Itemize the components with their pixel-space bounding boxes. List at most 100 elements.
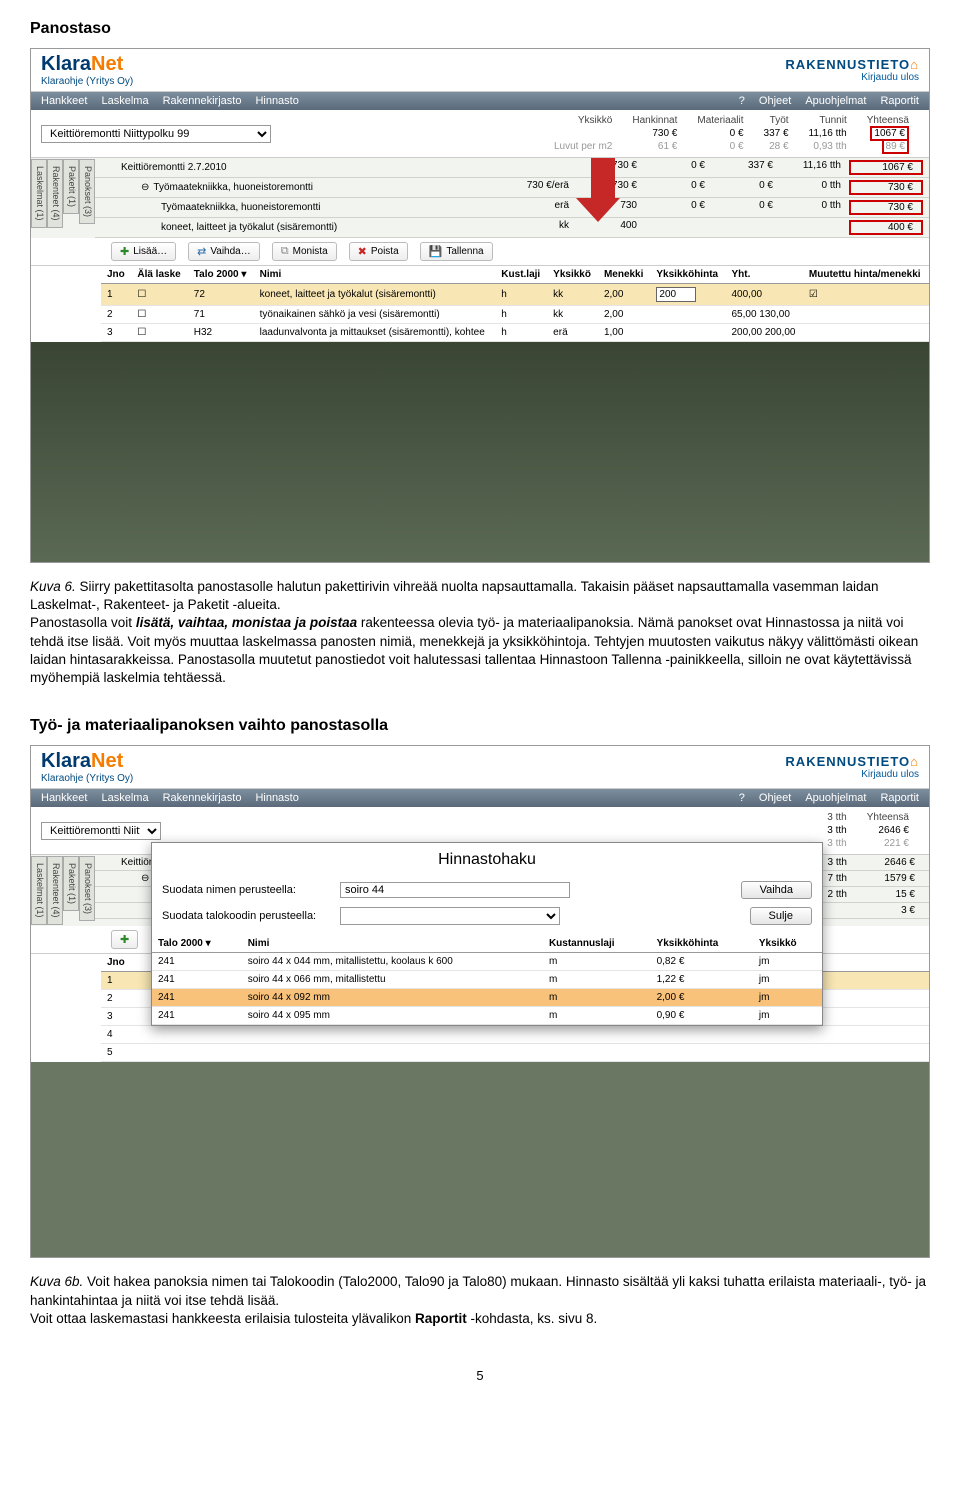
sidetab-laskelmat[interactable]: Laskelmat (1) [31,856,47,925]
logo-subtitle: Klaraohje (Yritys Oy) [41,76,133,87]
sidetab-rakenteet[interactable]: Rakenteet (4) [47,159,63,228]
menu-raportit[interactable]: Raportit [880,792,919,804]
filter-name-row: Suodata nimen perusteella: Vaihda [152,877,822,903]
partner-logo: RAKENNUSTIETO⌂ [785,754,919,769]
menu-laskelma[interactable]: Laskelma [101,95,148,107]
add-button[interactable]: ✚Lisää… [111,242,176,261]
modal-grid-header: Talo 2000 ▾ Nimi Kustannuslaji Yksikköhi… [152,935,822,953]
unit-price-input[interactable] [656,287,696,302]
modal-close-button[interactable]: Sulje [750,907,812,925]
collapse-icon[interactable]: ⊖ [141,873,149,884]
logo-name: Klara [41,53,91,75]
help-icon[interactable]: ? [739,95,745,107]
modal-grid-row-selected[interactable]: 241 soiro 44 x 092 mm m 2,00 € jm [152,989,822,1007]
swap-icon: ⇄ [197,245,206,258]
grid-header-row: Jno Älä laske Talo 2000 ▾ Nimi Kust.laji… [101,266,929,284]
summary-table-2: 3 tthYhteensä 3 tth2646 € 3 tth221 € [817,811,919,850]
logout-link[interactable]: Kirjaudu ulos [861,769,919,780]
page-number: 5 [30,1368,930,1383]
collapse-icon[interactable]: ⊖ [141,182,149,193]
summary-header-row: Yksikkö Hankinnat Materiaalit Työt Tunni… [544,114,919,127]
menu-raportit[interactable]: Raportit [880,95,919,107]
app-header-2: KlaraNet Klaraohje (Yritys Oy) RAKENNUST… [31,746,929,789]
screenshot-2: KlaraNet Klaraohje (Yritys Oy) RAKENNUST… [30,745,930,1258]
sidetab-laskelmat[interactable]: Laskelmat (1) [31,159,47,228]
menu-hankkeet[interactable]: Hankkeet [41,95,87,107]
sidetab-rakenteet[interactable]: Rakenteet (4) [47,856,63,925]
plus-icon: ✚ [120,245,129,258]
sidetab-panokset[interactable]: Panokset (3) [79,159,95,224]
sidetab-panokset[interactable]: Panokset (3) [79,856,95,921]
side-tabs-2: Rakenteet (4) [47,158,63,238]
logo: KlaraNet [41,53,133,76]
logout-link[interactable]: Kirjaudu ulos [861,72,919,83]
menu-hinnasto[interactable]: Hinnasto [255,792,298,804]
menu-laskelma[interactable]: Laskelma [101,792,148,804]
sidetab-paketit[interactable]: Paketit (1) [63,159,79,214]
figure-label-2: Kuva 6b. [30,1274,83,1289]
modal-grid-row[interactable]: 241 soiro 44 x 044 mm, mitallistettu, ko… [152,953,822,971]
app-header: KlaraNet Klaraohje (Yritys Oy) RAKENNUST… [31,49,929,92]
logo: KlaraNet [41,750,133,773]
tree-row: Työmaatekniikka, huoneistoremontti erä 7… [95,198,929,218]
toolbar: ✚Lisää… ⇄Vaihda… ⧉Monista ✖Poista 💾Talle… [31,238,929,266]
save-icon: 💾 [429,245,443,258]
summary-table-1: Yksikkö Hankinnat Materiaalit Työt Tunni… [544,114,919,153]
tree-label[interactable]: ⊖Työmaatekniikka, huoneistoremontti [101,182,431,193]
copy-button[interactable]: ⧉Monista [272,242,337,261]
section-title-2: Työ- ja materiaalipanoksen vaihto panost… [30,717,930,735]
menu-hinnasto[interactable]: Hinnasto [255,95,298,107]
caption-2: Kuva 6b. Voit hakea panoksia nimen tai T… [30,1273,930,1328]
tree-label[interactable]: Keittiöremontti 2.7.2010 [101,162,411,173]
partner-area: RAKENNUSTIETO⌂ Kirjaudu ulos [785,57,919,83]
save-button[interactable]: 💾Tallenna [420,242,493,261]
checkbox[interactable]: ☐ [131,284,187,306]
swap-button[interactable]: ⇄Vaihda… [188,242,260,261]
grid-row: 2 ☐ 71 työnaikainen sähkö ja vesi (sisär… [101,306,929,324]
logo-area: KlaraNet Klaraohje (Yritys Oy) [41,750,133,784]
modal-swap-button[interactable]: Vaihda [741,881,812,899]
project-selector-2[interactable]: Keittiöremontti Niittypolku 99 [41,822,161,840]
hinnastohaku-modal: Hinnastohaku Suodata nimen perusteella: … [151,842,823,1026]
menubar: Hankkeet Laskelma Rakennekirjasto Hinnas… [31,92,929,110]
modal-grid-row[interactable]: 241 soiro 44 x 095 mm m 0,90 € jm [152,1007,822,1025]
delete-button[interactable]: ✖Poista [349,242,408,261]
project-selector[interactable]: Keittiöremontti Niittypolku 99 [41,125,271,143]
menu-hankkeet[interactable]: Hankkeet [41,792,87,804]
house-icon: ⌂ [910,754,919,769]
section-title-1: Panostaso [30,20,930,38]
tree-rows: Keittiöremontti 2.7.2010 730 € 0 € 337 €… [95,158,929,238]
filter-code-row: Suodata talokoodin perusteella: Sulje [152,903,822,929]
logo-area: KlaraNet Klaraohje (Yritys Oy) [41,53,133,87]
modal-grid: Talo 2000 ▾ Nimi Kustannuslaji Yksikköhi… [152,935,822,1025]
checkbox[interactable]: ☐ [131,306,187,324]
checkbox-changed[interactable]: ☑ [803,284,929,306]
tree-label[interactable]: Työmaatekniikka, huoneistoremontti [101,202,451,213]
filter-name-input[interactable] [340,882,570,898]
menu-ohjeet[interactable]: Ohjeet [759,95,791,107]
filter-code-select[interactable] [340,907,560,925]
house-icon: ⌂ [910,57,919,72]
grid-row: 1 ☐ 72 koneet, laitteet ja työkalut (sis… [101,284,929,306]
add-button[interactable]: ✚ [111,930,138,949]
tree-row: koneet, laitteet ja työkalut (sisäremont… [95,218,929,238]
menu-apuohjelmat[interactable]: Apuohjelmat [805,95,866,107]
help-icon[interactable]: ? [739,792,745,804]
summary-row-2: Luvut per m2 61 € 0 € 28 € 0,93 tth 89 € [544,140,919,153]
menu-left: Hankkeet Laskelma Rakennekirjasto Hinnas… [41,95,299,107]
figure-label: Kuva 6. [30,579,76,594]
menu-rakennekirjasto[interactable]: Rakennekirjasto [163,792,242,804]
checkbox[interactable]: ☐ [131,324,187,342]
tree-row: ⊖Työmaatekniikka, huoneistoremontti 730 … [95,178,929,198]
screenshot-1: KlaraNet Klaraohje (Yritys Oy) RAKENNUST… [30,48,930,563]
sidetab-paketit[interactable]: Paketit (1) [63,856,79,911]
modal-grid-row[interactable]: 241 soiro 44 x 066 mm, mitallistettu m 1… [152,971,822,989]
partner-logo: RAKENNUSTIETO⌂ [785,57,919,72]
menu-right: ? Ohjeet Apuohjelmat Raportit [739,95,919,107]
menu-apuohjelmat[interactable]: Apuohjelmat [805,792,866,804]
menu-rakennekirjasto[interactable]: Rakennekirjasto [163,95,242,107]
menu-ohjeet[interactable]: Ohjeet [759,792,791,804]
context-row: Keittiöremontti Niittypolku 99 Yksikkö H… [31,110,929,158]
tree-label[interactable]: koneet, laitteet ja työkalut (sisäremont… [101,222,451,233]
tree-row: Keittiöremontti 2.7.2010 730 € 0 € 337 €… [95,158,929,178]
